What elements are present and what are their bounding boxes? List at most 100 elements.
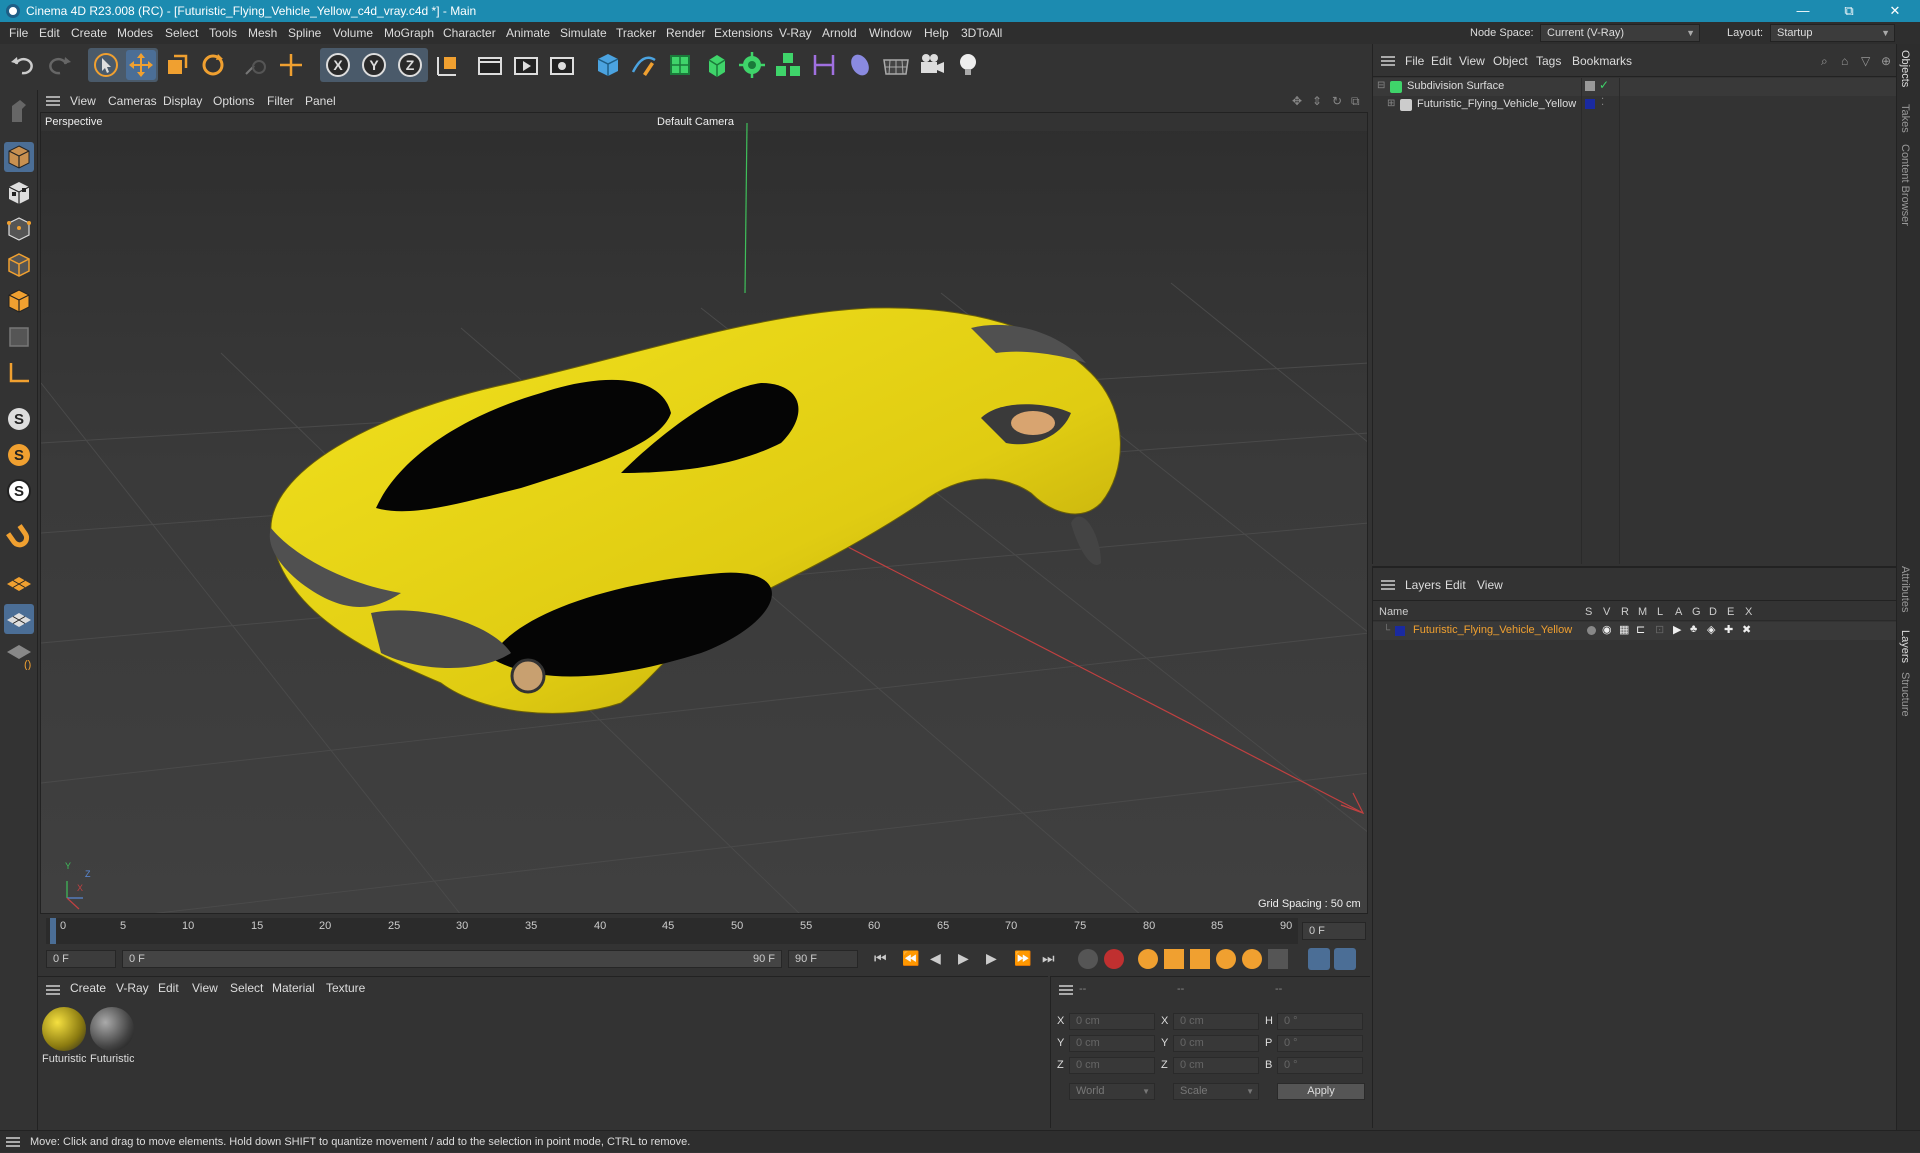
menu-tools[interactable]: Tools <box>209 22 237 44</box>
close-button[interactable]: ✕ <box>1872 0 1918 22</box>
undo-button[interactable] <box>8 50 38 80</box>
layer-color-swatch[interactable] <box>1395 626 1405 636</box>
material-menu-select[interactable]: Select <box>230 981 263 995</box>
go-to-end-icon[interactable]: ⏭ <box>1042 950 1055 967</box>
menu-vray[interactable]: V-Ray <box>779 22 812 44</box>
add-object-button[interactable] <box>276 50 306 80</box>
locked-workplane-button[interactable]: () <box>4 640 34 671</box>
object-menu-bookmarks[interactable]: Bookmarks <box>1572 54 1632 68</box>
mograph-button[interactable] <box>773 50 803 80</box>
filter-icon[interactable]: ▽ <box>1861 54 1870 68</box>
tab-layers[interactable]: Layers <box>1899 630 1911 663</box>
menu-file[interactable]: File <box>9 22 28 44</box>
coord-mode-select[interactable]: World ▼ <box>1069 1083 1155 1100</box>
tree-collapse-icon[interactable]: ⊟ <box>1377 80 1385 91</box>
xref-icon[interactable]: ✖ <box>1742 623 1751 636</box>
menu-mograph[interactable]: MoGraph <box>384 22 434 44</box>
layer-menu-edit[interactable]: Edit <box>1445 578 1466 592</box>
layout-select[interactable]: Startup ▼ <box>1770 24 1895 42</box>
render-to-picture-viewer-button[interactable] <box>511 50 541 80</box>
menu-arnold[interactable]: Arnold <box>822 22 857 44</box>
eye-icon[interactable]: ◉ <box>1602 623 1612 636</box>
quantize-button[interactable]: S <box>4 476 34 506</box>
x-axis-lock-button[interactable]: X <box>323 50 353 80</box>
dope-sheet-icon[interactable] <box>1334 948 1356 970</box>
viewport-menu-filter[interactable]: Filter <box>267 90 294 112</box>
cube-object-button[interactable] <box>593 50 623 80</box>
tab-takes[interactable]: Takes <box>1899 104 1911 133</box>
menu-extensions[interactable]: Extensions <box>714 22 773 44</box>
frame-range-slider[interactable]: 0 F 90 F <box>122 950 782 968</box>
light-button[interactable] <box>953 50 983 80</box>
cloner-button[interactable] <box>737 50 767 80</box>
polygon-mode-button[interactable] <box>4 286 34 316</box>
material-menu-texture[interactable]: Texture <box>326 981 365 995</box>
uv-mode-button[interactable] <box>4 322 34 352</box>
menu-spline[interactable]: Spline <box>288 22 321 44</box>
timeline-ruler[interactable]: 0 5 10 15 20 25 30 35 40 45 50 55 60 65 … <box>38 914 1370 948</box>
lock-icon[interactable]: ⊡ <box>1655 623 1664 636</box>
pen-spline-button[interactable] <box>629 50 659 80</box>
viewport-menu-cameras[interactable]: Cameras <box>108 90 157 112</box>
play-icon[interactable]: ▶ <box>958 950 969 967</box>
menu-create[interactable]: Create <box>71 22 107 44</box>
minimize-button[interactable]: — <box>1780 0 1826 22</box>
make-editable-button[interactable] <box>4 96 34 126</box>
y-axis-lock-button[interactable]: Y <box>359 50 389 80</box>
live-selection-button[interactable] <box>91 50 121 80</box>
prev-key-icon[interactable]: ⏪ <box>902 950 919 967</box>
tab-attributes[interactable]: Attributes <box>1899 566 1911 612</box>
menu-character[interactable]: Character <box>443 22 496 44</box>
deformer-button[interactable] <box>809 50 839 80</box>
model-mode-button[interactable] <box>4 142 34 172</box>
editor-visibility-icon[interactable] <box>1585 81 1595 91</box>
search-icon[interactable]: ⌕ <box>1821 54 1828 69</box>
next-frame-icon[interactable]: ▶ <box>986 950 997 967</box>
material-menu-create[interactable]: Create <box>70 981 106 995</box>
apply-button[interactable]: Apply <box>1277 1083 1365 1100</box>
viewport-menu-options[interactable]: Options <box>213 90 254 112</box>
viewport-zoom-icon[interactable]: ⇕ <box>1312 90 1322 112</box>
viewport-menu-panel[interactable]: Panel <box>305 90 336 112</box>
manager-icon[interactable]: ⊏ <box>1636 623 1645 636</box>
material-thumbnail-yellow[interactable] <box>42 1007 86 1051</box>
hamburger-icon[interactable] <box>46 96 60 106</box>
animation-play-icon[interactable]: ▶ <box>1673 623 1681 636</box>
prev-frame-icon[interactable]: ◀ <box>930 950 941 967</box>
position-z-field[interactable]: 0 cm <box>1069 1057 1155 1074</box>
keyframe-selection-icon[interactable] <box>1138 949 1158 969</box>
end-frame-field[interactable]: 90 F <box>788 950 858 968</box>
size-y-field[interactable]: 0 cm <box>1173 1035 1259 1052</box>
next-key-icon[interactable]: ⏩ <box>1014 950 1031 967</box>
redo-button[interactable] <box>44 50 74 80</box>
snap-settings-button[interactable]: S <box>4 440 34 470</box>
visibility-dots-icon[interactable]: ⁚ <box>1601 97 1604 108</box>
hamburger-icon[interactable] <box>6 1137 20 1147</box>
object-menu-view[interactable]: View <box>1459 54 1485 68</box>
object-row-vehicle[interactable]: ⊞ Futuristic_Flying_Vehicle_Yellow ⁚ <box>1373 96 1897 114</box>
grid-workplane-button[interactable] <box>4 604 34 634</box>
size-z-field[interactable]: 0 cm <box>1173 1057 1259 1074</box>
menu-window[interactable]: Window <box>869 22 912 44</box>
workplane-button[interactable] <box>4 568 34 598</box>
go-to-start-icon[interactable]: ⏮ <box>874 950 887 967</box>
maximize-button[interactable]: ⧉ <box>1826 0 1872 22</box>
floor-button[interactable] <box>881 50 911 80</box>
key-position-icon[interactable] <box>1164 949 1184 969</box>
menu-modes[interactable]: Modes <box>117 22 153 44</box>
node-space-select[interactable]: Current (V-Ray) ▼ <box>1540 24 1700 42</box>
record-keys-icon[interactable] <box>1078 949 1098 969</box>
material-thumbnail-dark[interactable] <box>90 1007 134 1051</box>
material-menu-edit[interactable]: Edit <box>158 981 179 995</box>
new-window-icon[interactable]: ⊕ <box>1881 54 1891 68</box>
hamburger-icon[interactable] <box>46 985 60 995</box>
hamburger-icon[interactable] <box>1381 580 1395 590</box>
menu-3dtoall[interactable]: 3DToAll <box>961 22 1002 44</box>
menu-simulate[interactable]: Simulate <box>560 22 607 44</box>
axis-mode-button[interactable] <box>4 358 34 388</box>
position-x-field[interactable]: 0 cm <box>1069 1013 1155 1030</box>
menu-volume[interactable]: Volume <box>333 22 373 44</box>
position-y-field[interactable]: 0 cm <box>1069 1035 1155 1052</box>
key-rotation-icon[interactable] <box>1216 949 1236 969</box>
menu-render[interactable]: Render <box>666 22 705 44</box>
